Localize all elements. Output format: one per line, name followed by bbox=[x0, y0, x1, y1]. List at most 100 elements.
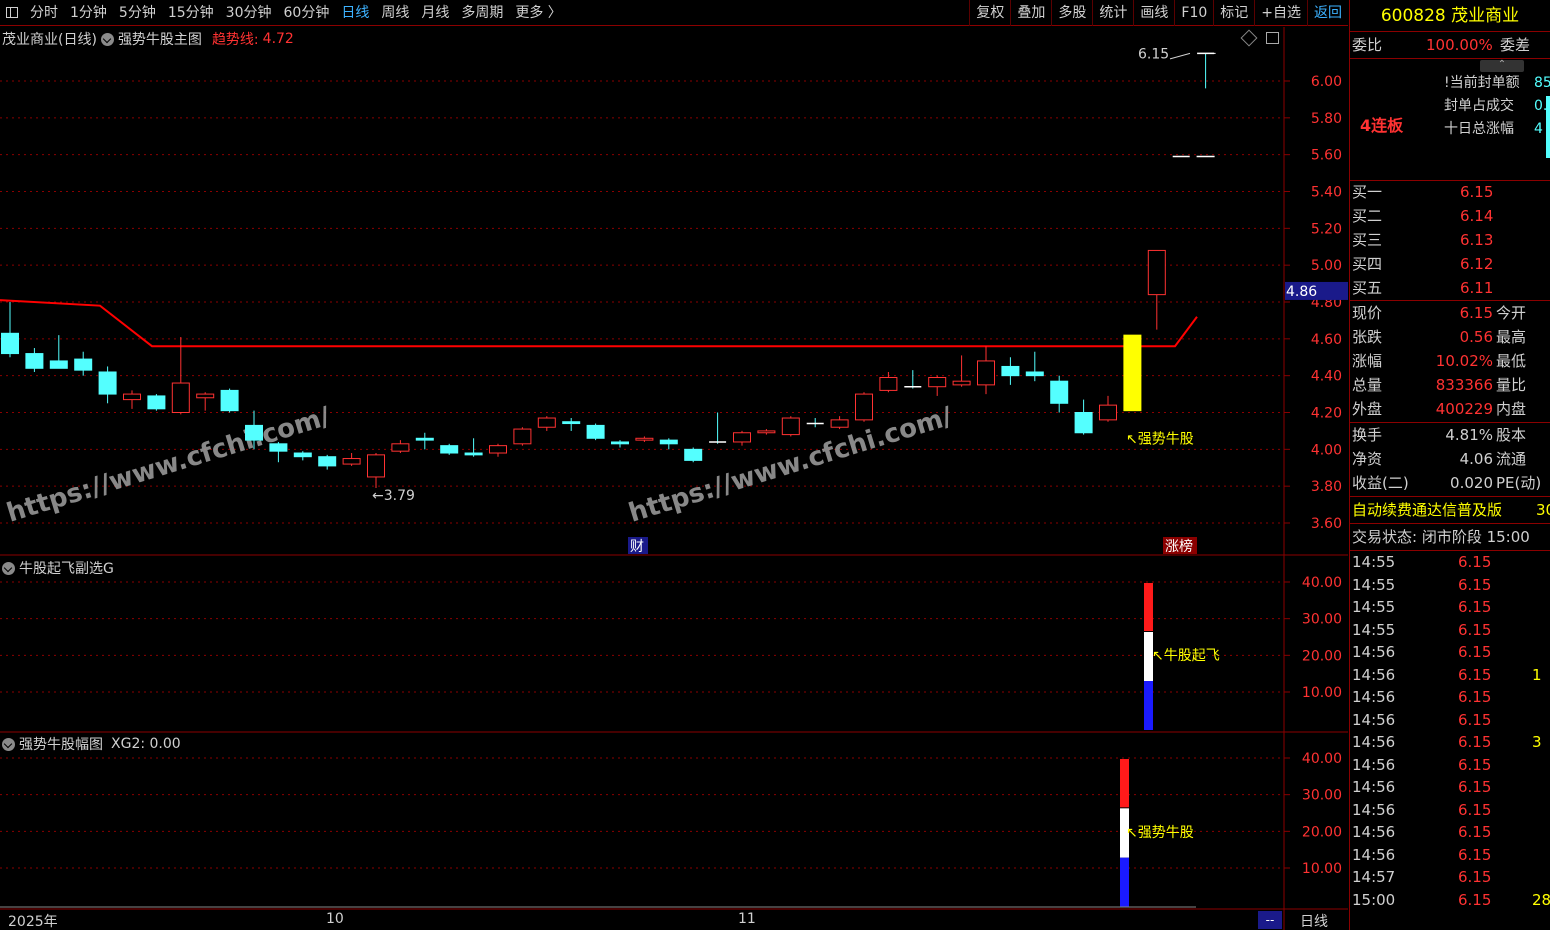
info-row: 十日总涨幅 4 bbox=[1350, 118, 1550, 141]
toolbar-button[interactable]: F10 bbox=[1174, 0, 1213, 26]
sub1-indicator-name[interactable]: 牛股起飞副选G bbox=[19, 558, 114, 578]
bid-row: 买四 6.12 bbox=[1350, 253, 1550, 276]
quote-label-2: 最高 bbox=[1496, 328, 1527, 346]
candle-body-up bbox=[342, 458, 361, 465]
tick-time: 14:56 bbox=[1352, 845, 1396, 864]
quote-label-2: 最低 bbox=[1496, 352, 1527, 370]
toolbar-button[interactable]: 返回 bbox=[1307, 0, 1348, 26]
tick-row: 14:56 6.15 bbox=[1350, 641, 1550, 664]
bid-row: 买二 6.14 bbox=[1350, 205, 1550, 228]
signal-bar-blue bbox=[1144, 681, 1153, 730]
layout-icon[interactable] bbox=[0, 0, 24, 26]
quote-row: 外盘 400229 内盘 bbox=[1350, 398, 1550, 421]
period-tab[interactable]: 分时 bbox=[24, 0, 64, 26]
trend-label: 趋势线: bbox=[211, 32, 259, 48]
tick-price: 6.15 bbox=[1458, 868, 1492, 886]
price-axis-label: 5.20 bbox=[1311, 221, 1342, 237]
tick-price: 6.15 bbox=[1458, 598, 1492, 616]
price-axis-label: 4.20 bbox=[1311, 406, 1342, 422]
indicator-name[interactable]: 强势牛股主图 bbox=[118, 29, 202, 49]
stock-name: 茂业商业(日线) bbox=[2, 32, 97, 48]
candle-body-up bbox=[977, 360, 995, 386]
candle-body-down bbox=[318, 456, 337, 467]
period-tab[interactable]: 多周期 bbox=[455, 0, 509, 26]
dropdown-icon[interactable] bbox=[2, 561, 15, 575]
tick-time: 14:55 bbox=[1352, 575, 1396, 594]
period-tab[interactable]: 周线 bbox=[375, 0, 415, 26]
time-dash-button[interactable]: -- bbox=[1258, 911, 1282, 929]
tick-price: 6.15 bbox=[1458, 800, 1492, 819]
period-tab[interactable]: 5分钟 bbox=[113, 0, 162, 26]
toolbar-button[interactable]: 复权 bbox=[969, 0, 1010, 26]
tick-price: 6.15 bbox=[1458, 553, 1492, 571]
bid-label: 买二 bbox=[1352, 207, 1383, 225]
sub-panel-2-chart: 40.00 30.00 20.00 10.00 ↖强势牛股 bbox=[0, 751, 1342, 908]
high-price-label: 6.15 bbox=[1138, 46, 1169, 62]
current-price-label: 4.86 bbox=[1286, 284, 1317, 300]
trade-status: 交易状态: 闭市阶段 15:00 bbox=[1352, 528, 1530, 546]
ad-text[interactable]: 自动续费通达信普及版 bbox=[1352, 499, 1502, 522]
bid-row: 买一 6.15 bbox=[1350, 181, 1550, 204]
signal-bar-blue bbox=[1120, 857, 1129, 907]
toolbar-button[interactable]: +自选 bbox=[1254, 0, 1307, 26]
tick-row: 14:55 6.15 bbox=[1350, 551, 1550, 574]
info-row: !当前封单额 85 bbox=[1350, 72, 1550, 95]
tick-row: 14:56 6.15 bbox=[1350, 799, 1550, 822]
time-label-year: 2025年 bbox=[8, 914, 58, 930]
tick-row: 14:57 6.15 bbox=[1350, 866, 1550, 889]
candle-body-up bbox=[391, 443, 410, 452]
candlesticks bbox=[1, 52, 1216, 489]
tick-time: 14:55 bbox=[1352, 620, 1396, 639]
toolbar-button[interactable]: 叠加 bbox=[1010, 0, 1051, 26]
weibi-row: 委比 100.00% 委差 bbox=[1350, 34, 1550, 57]
price-axis-label: 5.80 bbox=[1311, 111, 1342, 127]
candle-body-up bbox=[537, 417, 556, 428]
period-tab[interactable]: 更多 〉 bbox=[509, 0, 567, 26]
tick-price: 6.15 bbox=[1458, 575, 1492, 594]
candle-body-down bbox=[220, 389, 239, 412]
window-icon[interactable] bbox=[1266, 32, 1279, 44]
tick-time: 14:56 bbox=[1352, 800, 1396, 819]
sub2-indicator-name[interactable]: 强势牛股幅图 bbox=[19, 734, 103, 754]
period-tab[interactable]: 月线 bbox=[415, 0, 455, 26]
toolbar-button[interactable]: 标记 bbox=[1213, 0, 1254, 26]
kline-chart[interactable]: https://www.cfchi.com/https://www.cfchi.… bbox=[0, 27, 1348, 930]
info-label: 十日总涨幅 bbox=[1444, 121, 1514, 137]
quote-panel: 600828 茂业商业 委比100.00%委差⌃4连板!当前封单额85封单占成交… bbox=[1349, 0, 1550, 930]
candle-body-down bbox=[147, 395, 166, 410]
tick-row: 14:56 6.15 bbox=[1350, 754, 1550, 777]
main-panel-title: 茂业商业(日线) 强势牛股主图 趋势线: 4.72 bbox=[2, 29, 294, 49]
period-tab[interactable]: 30分钟 bbox=[220, 0, 278, 26]
period-tab[interactable]: 60分钟 bbox=[278, 0, 336, 26]
price-axis-label: 4.60 bbox=[1311, 332, 1342, 348]
period-tab[interactable]: 15分钟 bbox=[162, 0, 220, 26]
stat-row: 换手 4.81% 股本 bbox=[1350, 424, 1550, 447]
toolbar-button[interactable]: 多股 bbox=[1051, 0, 1092, 26]
tick-price: 6.15 bbox=[1458, 755, 1492, 774]
quote-label: 现价 bbox=[1352, 304, 1383, 322]
dropdown-icon[interactable] bbox=[2, 737, 15, 751]
bid-row: 买三 6.13 bbox=[1350, 229, 1550, 252]
quote-label-2: 量比 bbox=[1496, 376, 1527, 394]
dropdown-icon[interactable] bbox=[100, 32, 114, 46]
stock-code-name: 600828 茂业商业 bbox=[1350, 0, 1550, 32]
period-tab[interactable]: 日线 bbox=[335, 0, 375, 26]
tick-row: 14:56 6.15 bbox=[1350, 709, 1550, 732]
collapse-button[interactable]: ⌃ bbox=[1480, 60, 1524, 72]
period-tab[interactable]: 1分钟 bbox=[64, 0, 113, 26]
info-value: 85 bbox=[1534, 75, 1550, 91]
quote-label: 涨幅 bbox=[1352, 352, 1383, 370]
candle-body-down bbox=[1, 332, 19, 355]
quote-row: 涨幅 10.02% 最低 bbox=[1350, 350, 1550, 373]
candle-body-down bbox=[245, 424, 263, 441]
tick-time: 14:56 bbox=[1352, 778, 1396, 796]
toolbar-right-buttons: 复权 叠加 多股 统计 画线 F10 标记 +自选 返回 bbox=[969, 0, 1348, 26]
price-axis-label: 5.00 bbox=[1311, 258, 1342, 274]
toolbar-button[interactable]: 画线 bbox=[1133, 0, 1174, 26]
quote-label: 总量 bbox=[1352, 376, 1383, 394]
period-label[interactable]: 日线 bbox=[1300, 911, 1328, 930]
sub-axis-label: 10.00 bbox=[1302, 861, 1342, 877]
toolbar-button[interactable]: 统计 bbox=[1092, 0, 1133, 26]
price-axis-label: 3.80 bbox=[1311, 479, 1342, 495]
quote-value: 10.02% bbox=[1435, 352, 1493, 370]
